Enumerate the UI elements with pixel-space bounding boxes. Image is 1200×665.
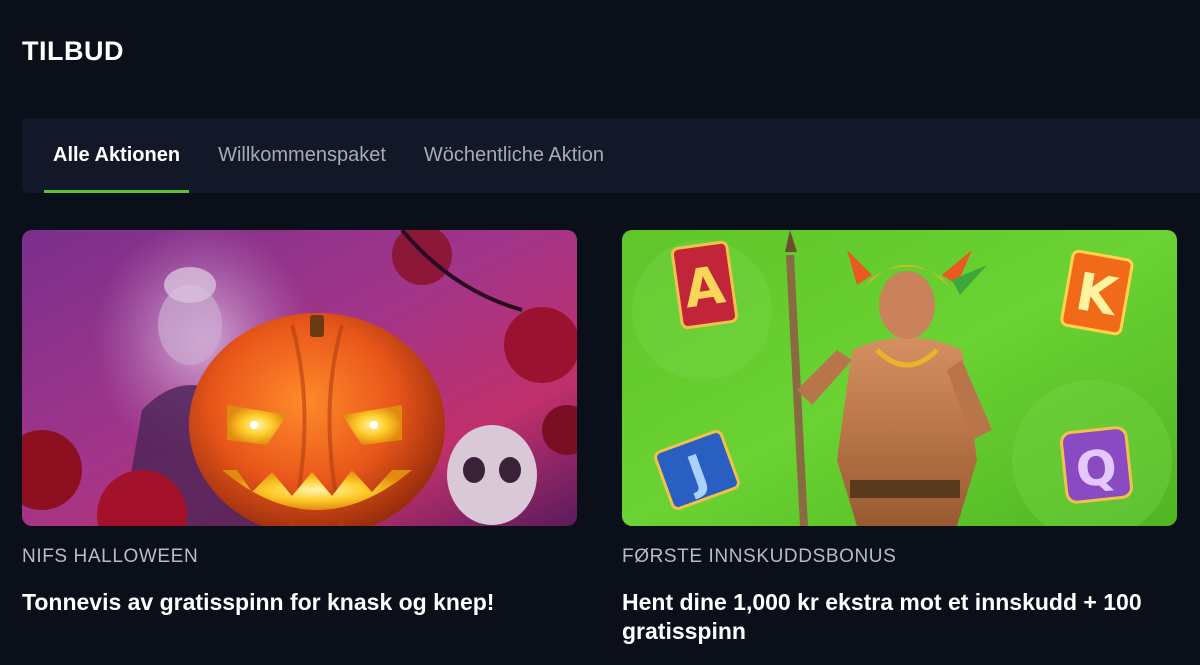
slot-letter-a: A — [670, 240, 739, 330]
jack-o-lantern-illustration[interactable] — [22, 230, 577, 526]
slot-letter-q: Q — [1060, 426, 1133, 504]
tab-woechentliche-aktion[interactable]: Wöchentliche Aktion — [415, 118, 613, 193]
promo-headline[interactable]: Hent dine 1,000 kr ekstra mot et innskud… — [622, 588, 1177, 646]
promo-category: NIFS HALLOWEEN — [22, 546, 199, 567]
aztec-warrior-illustration[interactable]: A K J Q — [622, 230, 1177, 526]
page-title: TILBUD — [22, 36, 124, 66]
promo-card-halloween[interactable]: NIFS HALLOWEEN Tonnevis av gratisspinn f… — [22, 230, 577, 617]
svg-text:Q: Q — [1073, 439, 1119, 499]
promotion-tabs: Alle Aktionen Willkommenspaket Wöchentli… — [22, 118, 1200, 193]
tab-alle-aktionen[interactable]: Alle Aktionen — [44, 118, 190, 193]
slot-letter-k: K — [1060, 249, 1134, 336]
promo-card-welcome-bonus[interactable]: A K J Q FØRSTE INNSKUDDSBONUS Hent dine … — [622, 230, 1177, 646]
tab-willkommenspaket[interactable]: Willkommenspaket — [209, 118, 395, 193]
promo-headline[interactable]: Tonnevis av gratisspinn for knask og kne… — [22, 588, 577, 617]
svg-text:A: A — [680, 255, 728, 320]
promotions-page: TILBUD Alle Aktionen Willkommenspaket Wö… — [0, 0, 1200, 665]
promo-category: FØRSTE INNSKUDDSBONUS — [622, 546, 897, 567]
